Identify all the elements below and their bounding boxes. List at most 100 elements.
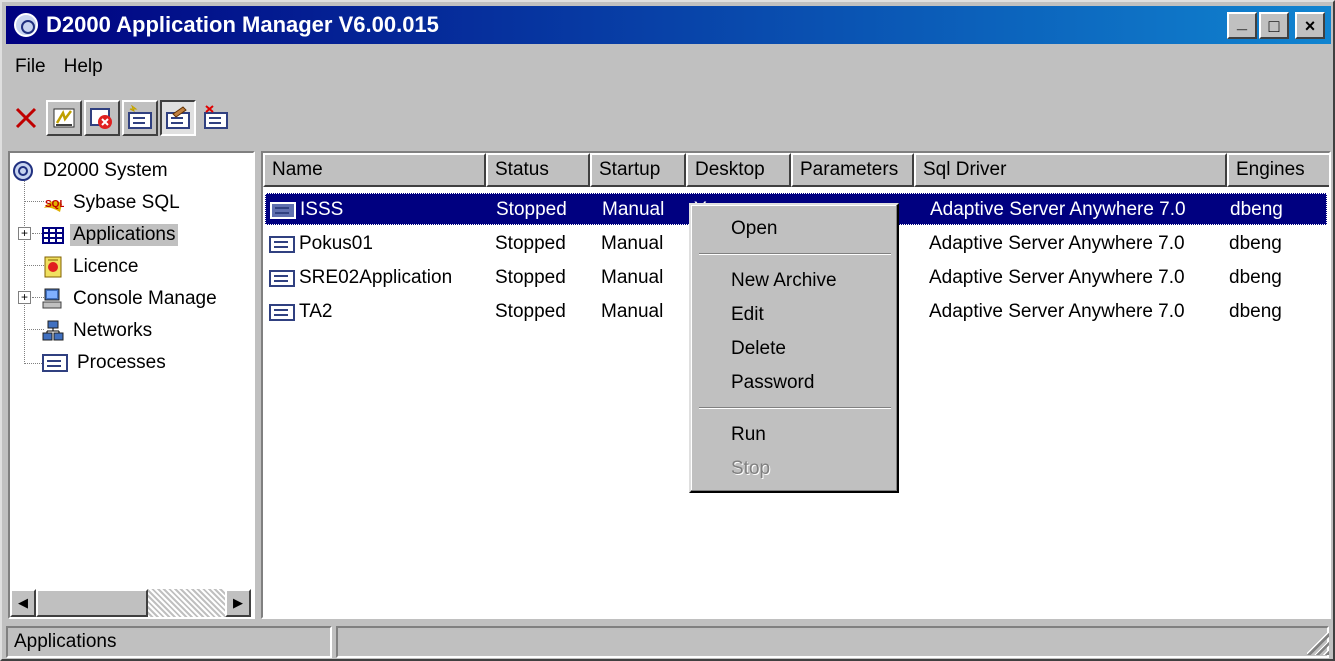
d2000-logo-icon [14,13,38,37]
menu-bar: File Help [6,50,112,84]
title-bar[interactable]: D2000 Application Manager V6.00.015 _ □ … [6,6,1331,44]
menu-help[interactable]: Help [55,56,112,78]
menu-file[interactable]: File [6,56,55,78]
console-computer-icon [42,288,62,309]
tree-item-label: Processes [77,352,166,373]
column-header-sql-driver[interactable]: Sql Driver [914,153,1227,187]
window-title: D2000 Application Manager V6.00.015 [46,12,439,37]
column-header-desktop[interactable]: Desktop [686,153,791,187]
tree-root[interactable]: D2000 System [12,157,171,185]
cell-status: Stopped [495,233,566,254]
maximize-icon: □ [1268,15,1280,36]
tree-item-label: Console Manage [73,288,217,309]
stop-application-button[interactable] [84,100,120,136]
close-icon: × [1304,15,1316,36]
properties-icon [166,106,190,129]
menu-separator [699,253,891,255]
tree-item-console-manager[interactable]: Console Manage [42,285,220,313]
cell-sql-driver: Adaptive Server Anywhere 7.0 [930,199,1186,220]
maximize-button[interactable]: □ [1259,12,1289,39]
cell-engines: dbeng [1229,233,1282,254]
tree-item-networks[interactable]: Networks [42,317,155,345]
column-header-startup[interactable]: Startup [590,153,686,187]
tree-item-applications[interactable]: Applications [42,221,179,249]
menu-item-new-archive[interactable]: New Archive [731,266,837,296]
application-icon [269,303,295,321]
licence-certificate-icon [44,256,62,278]
cell-sql-driver: Adaptive Server Anywhere 7.0 [929,301,1185,322]
scroll-thumb[interactable] [36,589,148,617]
cell-startup: Manual [602,199,665,220]
cell-name: TA2 [269,296,332,328]
stop-application-icon [90,108,112,129]
status-bar: Applications [6,626,1333,660]
svg-text:SQL: SQL [45,199,64,210]
application-icon [269,235,295,253]
tree-horizontal-scrollbar[interactable]: ◀ ▶ [10,589,251,617]
arrow-left-icon: ◀ [18,595,28,610]
cell-engines: dbeng [1229,267,1282,288]
tree-item-processes[interactable]: Processes [42,349,169,377]
tree-item-licence[interactable]: Licence [42,253,142,281]
menu-item-edit[interactable]: Edit [731,300,764,330]
tree-root-label: D2000 System [43,160,168,181]
cell-sql-driver: Adaptive Server Anywhere 7.0 [929,233,1185,254]
edit-application-icon [53,108,75,128]
cell-status: Stopped [496,199,567,220]
list-header: Name Status Startup Desktop Parameters S… [263,153,1329,187]
cell-engines: dbeng [1230,199,1283,220]
cell-sql-driver: Adaptive Server Anywhere 7.0 [929,267,1185,288]
toolbar [8,95,234,141]
menu-item-stop: Stop [731,458,771,479]
cell-status: Stopped [495,267,566,288]
menu-item-open[interactable]: Open [731,214,777,244]
cell-engines: dbeng [1229,301,1282,322]
cell-startup: Manual [601,301,664,322]
application-icon [269,269,295,287]
edit-application-button[interactable] [46,100,82,136]
tree-item-label: Networks [73,320,153,341]
scroll-left-button[interactable]: ◀ [10,589,36,617]
menu-separator [699,407,891,409]
delete-x-icon [15,107,37,129]
new-process-button[interactable] [122,100,158,136]
tree-view[interactable]: D2000 System SQL Sybase SQL + Applicatio… [8,151,255,619]
delete-process-button[interactable] [198,100,234,136]
resize-grip-icon[interactable] [1307,633,1329,655]
minimize-icon: _ [1236,11,1247,32]
status-panel-main: Applications [6,626,332,658]
cell-status: Stopped [495,301,566,322]
menu-item-run[interactable]: Run [731,420,766,450]
cell-startup: Manual [601,233,664,254]
applications-grid-icon [42,227,64,244]
context-menu: Open New Archive Edit Delete Password Ru… [689,203,899,493]
expand-console-manager-toggle[interactable]: + [18,291,31,304]
delete-process-icon [204,105,228,129]
tree-item-label: Sybase SQL [73,192,180,213]
arrow-right-icon: ▶ [233,595,243,610]
menu-item-password[interactable]: Password [731,368,814,398]
column-header-parameters[interactable]: Parameters [791,153,914,187]
tree-item-sybase-sql[interactable]: SQL Sybase SQL [42,189,183,217]
minimize-button[interactable]: _ [1227,12,1257,39]
network-icon [42,320,64,341]
sql-icon: SQL [44,199,64,212]
cell-name: Pokus01 [269,228,373,260]
delete-button[interactable] [8,100,44,136]
menu-item-delete[interactable]: Delete [731,334,786,364]
column-header-status[interactable]: Status [486,153,590,187]
close-button[interactable]: × [1295,12,1325,39]
new-process-icon [128,105,152,129]
cell-name: SRE02Application [269,262,452,294]
tree-item-label: Licence [73,256,139,277]
scroll-right-button[interactable]: ▶ [225,589,251,617]
tree-item-label: Applications [70,224,179,246]
column-header-engines[interactable]: Engines [1227,153,1329,187]
application-icon [270,201,296,219]
column-header-name[interactable]: Name [263,153,486,187]
scroll-track[interactable] [148,589,225,617]
status-panel-secondary [336,626,1329,658]
expand-applications-toggle[interactable]: + [18,227,31,240]
properties-button[interactable] [160,100,196,136]
cell-name: ISSS [270,194,343,226]
